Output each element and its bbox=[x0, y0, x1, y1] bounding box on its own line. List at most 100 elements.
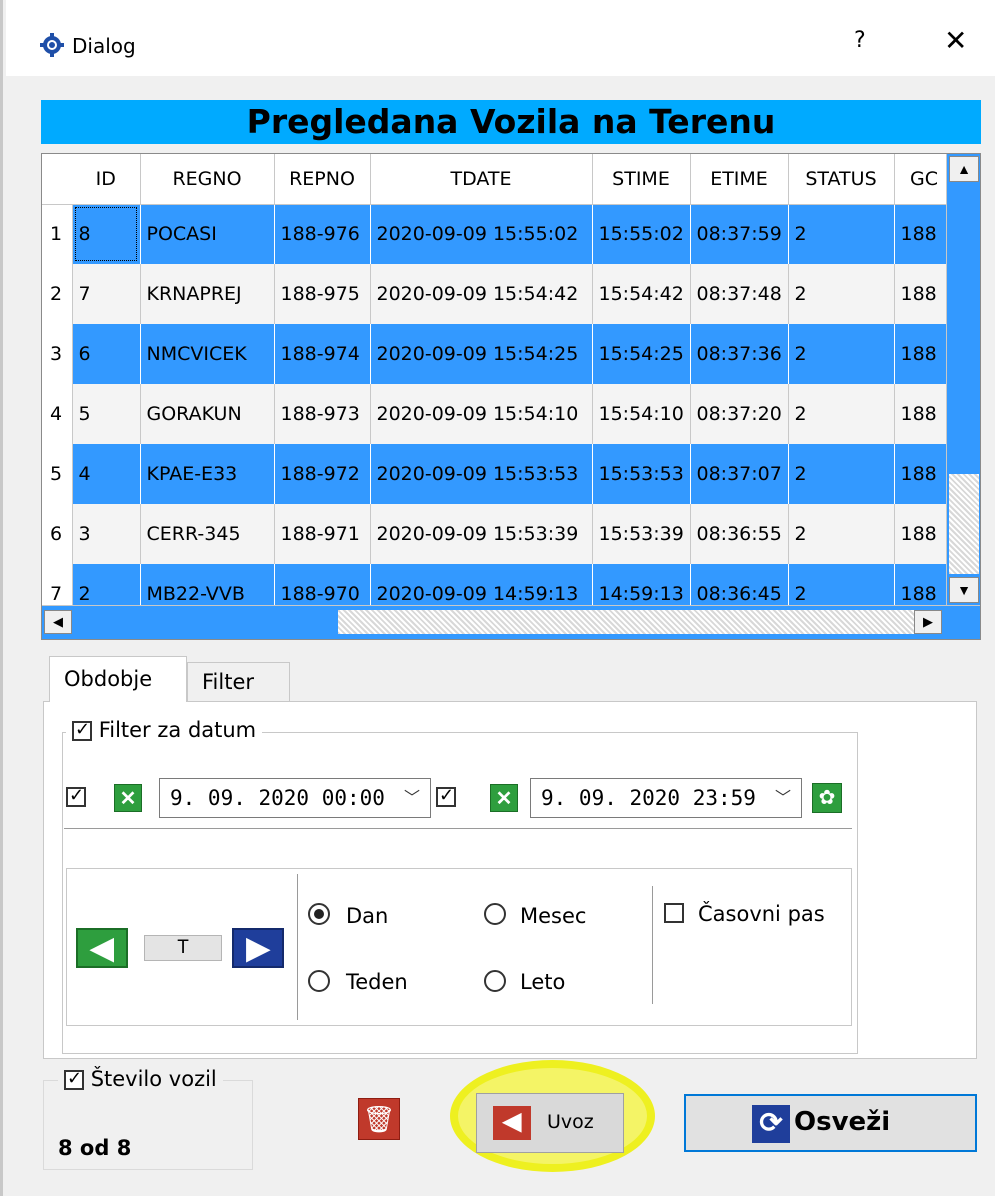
from-date-picker[interactable]: 9. 09. 2020 00:00 ﹀ bbox=[159, 778, 431, 818]
tab-obdobje[interactable]: Obdobje bbox=[49, 656, 187, 702]
column-header[interactable]: GC bbox=[894, 154, 955, 205]
table-cell[interactable]: 2020-09-09 15:53:39 bbox=[370, 504, 593, 564]
table-row[interactable]: 6 3 CERR-345 188-971 2020-09-09 15:53:39 15:5… bbox=[42, 504, 955, 564]
table-cell[interactable]: GORAKUN bbox=[140, 384, 275, 444]
table-cell[interactable]: KRNAPREJ bbox=[140, 264, 275, 324]
table-cell[interactable]: 2 bbox=[788, 504, 895, 564]
table-cell[interactable]: 08:37:36 bbox=[690, 324, 789, 384]
table-row[interactable]: 1 8 POCASI 188-976 2020-09-09 15:55:02 15:55:… bbox=[42, 204, 955, 264]
scroll-down-icon[interactable]: ▼ bbox=[949, 577, 979, 603]
settings-gear-icon[interactable]: ✿ bbox=[812, 783, 842, 813]
table-cell[interactable]: 7 bbox=[72, 264, 141, 324]
table-cell[interactable]: 2 bbox=[788, 204, 895, 264]
table-cell[interactable]: 15:54:10 bbox=[592, 384, 691, 444]
scroll-left-icon[interactable]: ◀ bbox=[44, 610, 72, 634]
today-button[interactable]: T bbox=[144, 935, 222, 961]
horizontal-scrollbar[interactable]: ◀ ▶ bbox=[42, 605, 980, 639]
to-date-value: 9. 09. 2020 23:59 bbox=[541, 786, 756, 810]
scroll-track[interactable] bbox=[338, 610, 914, 634]
vehicle-grid[interactable]: ID REGNO REPNO TDATE STIME ETIME STATUS … bbox=[41, 153, 981, 640]
table-cell[interactable]: CERR-345 bbox=[140, 504, 275, 564]
table-cell[interactable]: 15:53:39 bbox=[592, 504, 691, 564]
scroll-right-icon[interactable]: ▶ bbox=[914, 610, 942, 634]
column-header[interactable]: ID bbox=[72, 154, 141, 205]
refresh-icon: ⟳ bbox=[752, 1105, 790, 1143]
table-cell[interactable]: 188 bbox=[894, 324, 955, 384]
period-month-radio[interactable] bbox=[484, 903, 506, 925]
table-row[interactable]: 3 6 NMCVICEK 188-974 2020-09-09 15:54:25 15:5… bbox=[42, 324, 955, 384]
import-button[interactable]: ◀ Uvoz bbox=[476, 1093, 624, 1153]
table-cell[interactable]: 2 bbox=[788, 324, 895, 384]
table-cell[interactable]: 188 bbox=[894, 264, 955, 324]
table-cell[interactable]: 4 bbox=[72, 444, 141, 504]
table-cell[interactable]: 188-974 bbox=[274, 324, 371, 384]
table-cell[interactable]: 188-972 bbox=[274, 444, 371, 504]
table-cell[interactable]: 188-973 bbox=[274, 384, 371, 444]
next-period-button[interactable]: ▶ bbox=[232, 928, 284, 968]
table-row[interactable]: 2 7 KRNAPREJ 188-975 2020-09-09 15:54:42 15:5… bbox=[42, 264, 955, 324]
table-row[interactable]: 4 5 GORAKUN 188-973 2020-09-09 15:54:10 15:54… bbox=[42, 384, 955, 444]
table-cell[interactable]: 188 bbox=[894, 504, 955, 564]
close-button[interactable]: ✕ bbox=[944, 24, 967, 57]
help-button[interactable]: ? bbox=[854, 28, 866, 53]
row-number: 2 bbox=[42, 264, 73, 324]
table-cell[interactable]: NMCVICEK bbox=[140, 324, 275, 384]
table-cell[interactable]: 2020-09-09 15:55:02 bbox=[370, 204, 593, 264]
table-cell[interactable]: 15:55:02 bbox=[592, 204, 691, 264]
table-cell[interactable]: 188 bbox=[894, 204, 955, 264]
row-number: 6 bbox=[42, 504, 73, 564]
table-cell[interactable]: KPAE-E33 bbox=[140, 444, 275, 504]
table-cell[interactable]: 2020-09-09 15:54:42 bbox=[370, 264, 593, 324]
date-filter-checkbox[interactable] bbox=[72, 719, 92, 741]
table-cell[interactable]: 8 bbox=[72, 204, 141, 264]
period-week-radio[interactable] bbox=[308, 970, 330, 992]
table-cell[interactable]: 08:37:20 bbox=[690, 384, 789, 444]
table-cell[interactable]: 188 bbox=[894, 384, 955, 444]
table-cell[interactable]: 188-971 bbox=[274, 504, 371, 564]
column-header[interactable]: TDATE bbox=[370, 154, 593, 205]
table-cell[interactable]: 15:54:25 bbox=[592, 324, 691, 384]
table-cell[interactable]: 08:37:07 bbox=[690, 444, 789, 504]
column-header[interactable]: ETIME bbox=[690, 154, 789, 205]
table-cell[interactable]: 15:54:42 bbox=[592, 264, 691, 324]
vertical-scrollbar[interactable]: ▲ ▼ bbox=[946, 154, 980, 606]
table-cell[interactable]: 08:37:59 bbox=[690, 204, 789, 264]
table-cell[interactable]: 188-976 bbox=[274, 204, 371, 264]
refresh-button[interactable]: ⟳ Osveži bbox=[684, 1094, 977, 1152]
chevron-down-icon: ﹀ bbox=[403, 788, 420, 807]
column-header[interactable]: STIME bbox=[592, 154, 691, 205]
table-cell[interactable]: 188 bbox=[894, 444, 955, 504]
clear-from-icon[interactable]: ✕ bbox=[114, 784, 142, 812]
table-cell[interactable]: 5 bbox=[72, 384, 141, 444]
table-cell[interactable]: 2020-09-09 15:53:53 bbox=[370, 444, 593, 504]
table-cell[interactable]: 2 bbox=[788, 264, 895, 324]
table-cell[interactable]: 2020-09-09 15:54:25 bbox=[370, 324, 593, 384]
to-date-picker[interactable]: 9. 09. 2020 23:59 ﹀ bbox=[530, 778, 802, 818]
delete-button[interactable]: 🗑 bbox=[358, 1098, 400, 1140]
table-cell[interactable]: 188-975 bbox=[274, 264, 371, 324]
table-row[interactable]: 5 4 KPAE-E33 188-972 2020-09-09 15:53:53 15:5… bbox=[42, 444, 955, 504]
table-cell[interactable]: 08:37:48 bbox=[690, 264, 789, 324]
table-cell[interactable]: 15:53:53 bbox=[592, 444, 691, 504]
period-day-radio[interactable] bbox=[308, 903, 330, 925]
scroll-up-icon[interactable]: ▲ bbox=[949, 156, 979, 182]
from-date-checkbox[interactable] bbox=[66, 785, 86, 807]
table-cell[interactable]: 2 bbox=[788, 384, 895, 444]
scroll-track[interactable] bbox=[949, 474, 979, 574]
table-cell[interactable]: 2 bbox=[788, 444, 895, 504]
to-date-checkbox[interactable] bbox=[436, 785, 456, 807]
period-year-radio[interactable] bbox=[484, 970, 506, 992]
column-header[interactable]: REGNO bbox=[140, 154, 275, 205]
timezone-checkbox[interactable] bbox=[664, 903, 684, 923]
table-cell[interactable]: 3 bbox=[72, 504, 141, 564]
column-header[interactable]: REPNO bbox=[274, 154, 371, 205]
previous-period-button[interactable]: ◀ bbox=[76, 928, 128, 968]
tab-filter[interactable]: Filter bbox=[187, 662, 290, 702]
table-cell[interactable]: 08:36:55 bbox=[690, 504, 789, 564]
table-cell[interactable]: POCASI bbox=[140, 204, 275, 264]
table-cell[interactable]: 6 bbox=[72, 324, 141, 384]
table-cell[interactable]: 2020-09-09 15:54:10 bbox=[370, 384, 593, 444]
column-header[interactable]: STATUS bbox=[788, 154, 895, 205]
vehicle-count-checkbox[interactable] bbox=[64, 1068, 84, 1090]
clear-to-icon[interactable]: ✕ bbox=[490, 784, 518, 812]
